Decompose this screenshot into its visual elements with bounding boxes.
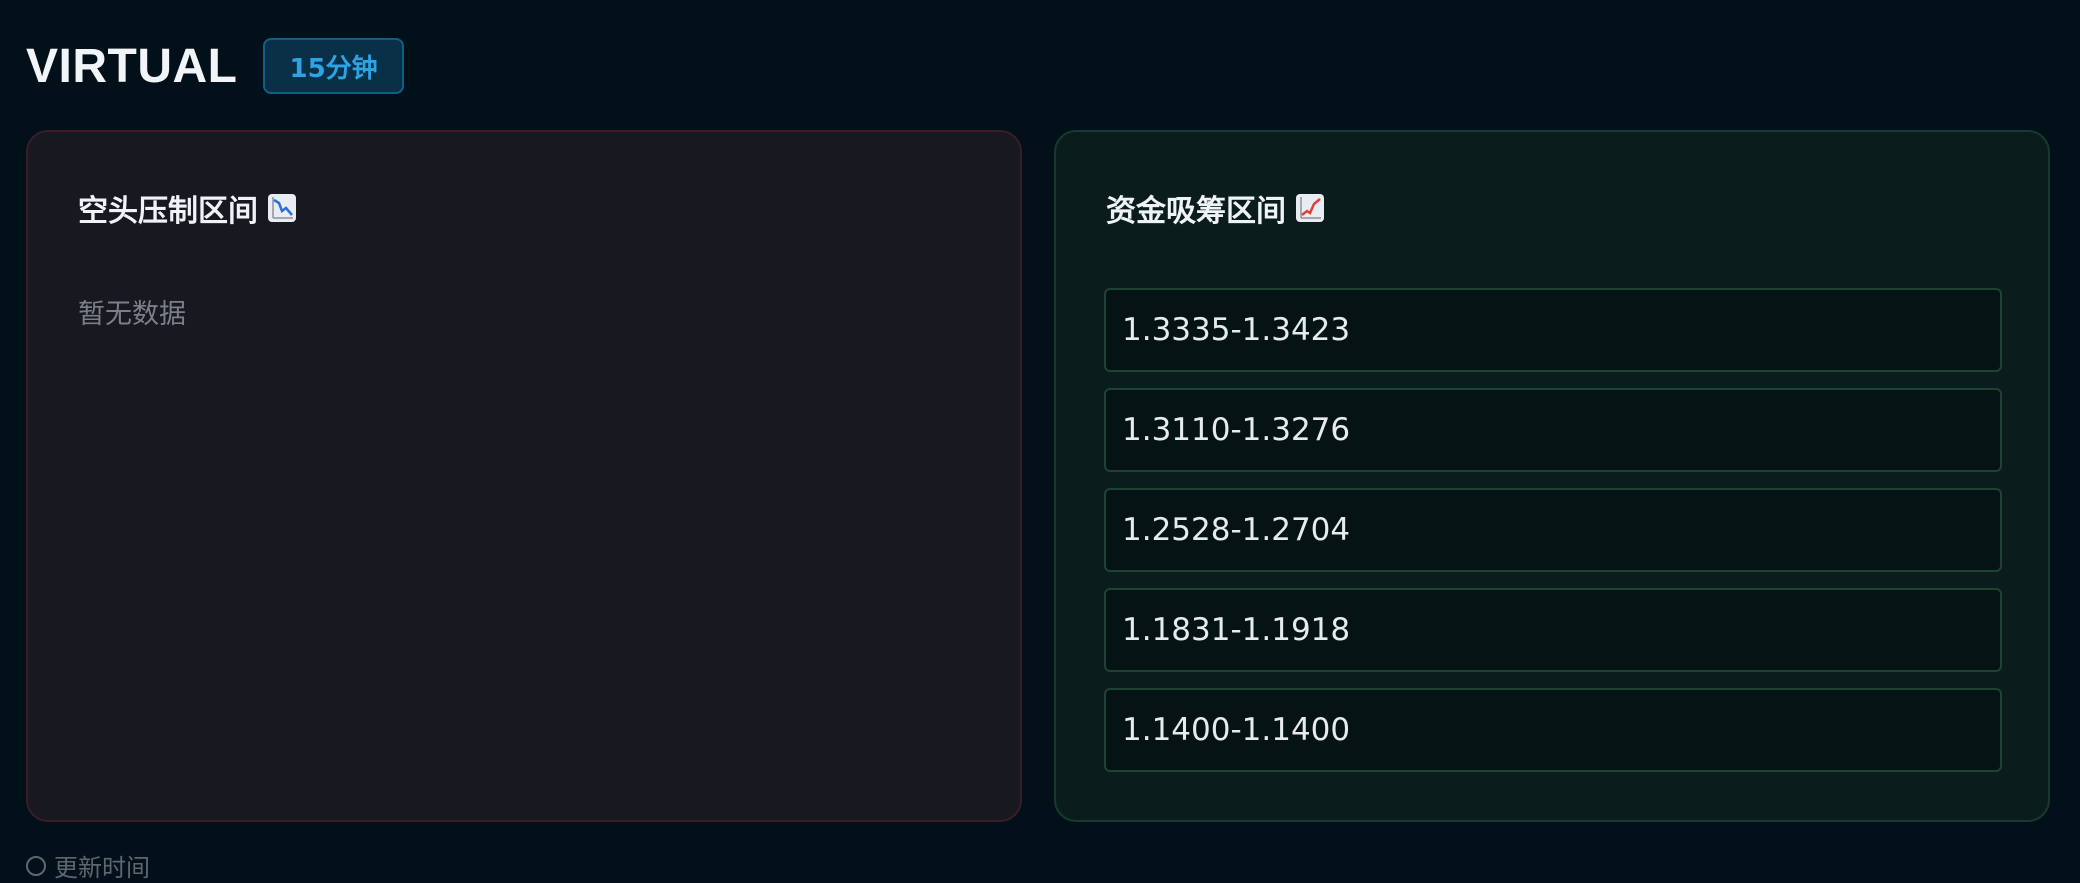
resistance-zone-title-label: 空头压制区间 [78, 194, 258, 229]
support-zone-title: 资金吸筹区间 [1106, 186, 1324, 230]
zone-item[interactable]: 1.3335-1.3423 [1104, 288, 2002, 372]
symbol-title: VIRTUAL [26, 39, 238, 93]
support-zone-title-label: 资金吸筹区间 [1106, 194, 1286, 229]
header: VIRTUAL 15分钟 [26, 36, 404, 96]
update-time-label: 更新时间 [54, 854, 150, 882]
zone-item[interactable]: 1.1831-1.1918 [1104, 588, 2002, 672]
resistance-zone-panel: 空头压制区间 暂无数据 [26, 130, 1022, 822]
resistance-zone-title: 空头压制区间 [78, 186, 296, 230]
clock-icon [26, 855, 46, 876]
zone-item[interactable]: 1.3110-1.3276 [1104, 388, 2002, 472]
support-zone-panel: 资金吸筹区间 1.3335-1.3423 1.3110-1.3276 1.252… [1054, 130, 2050, 822]
chart-increasing-icon [1296, 194, 1324, 222]
zone-item[interactable]: 1.2528-1.2704 [1104, 488, 2002, 572]
support-zone-list: 1.3335-1.3423 1.3110-1.3276 1.2528-1.270… [1104, 288, 2002, 788]
timeframe-badge[interactable]: 15分钟 [263, 38, 404, 94]
empty-state-text: 暂无数据 [78, 299, 186, 330]
update-time-note: 更新时间 [26, 848, 150, 883]
chart-decreasing-icon [268, 194, 296, 222]
zone-item[interactable]: 1.1400-1.1400 [1104, 688, 2002, 772]
